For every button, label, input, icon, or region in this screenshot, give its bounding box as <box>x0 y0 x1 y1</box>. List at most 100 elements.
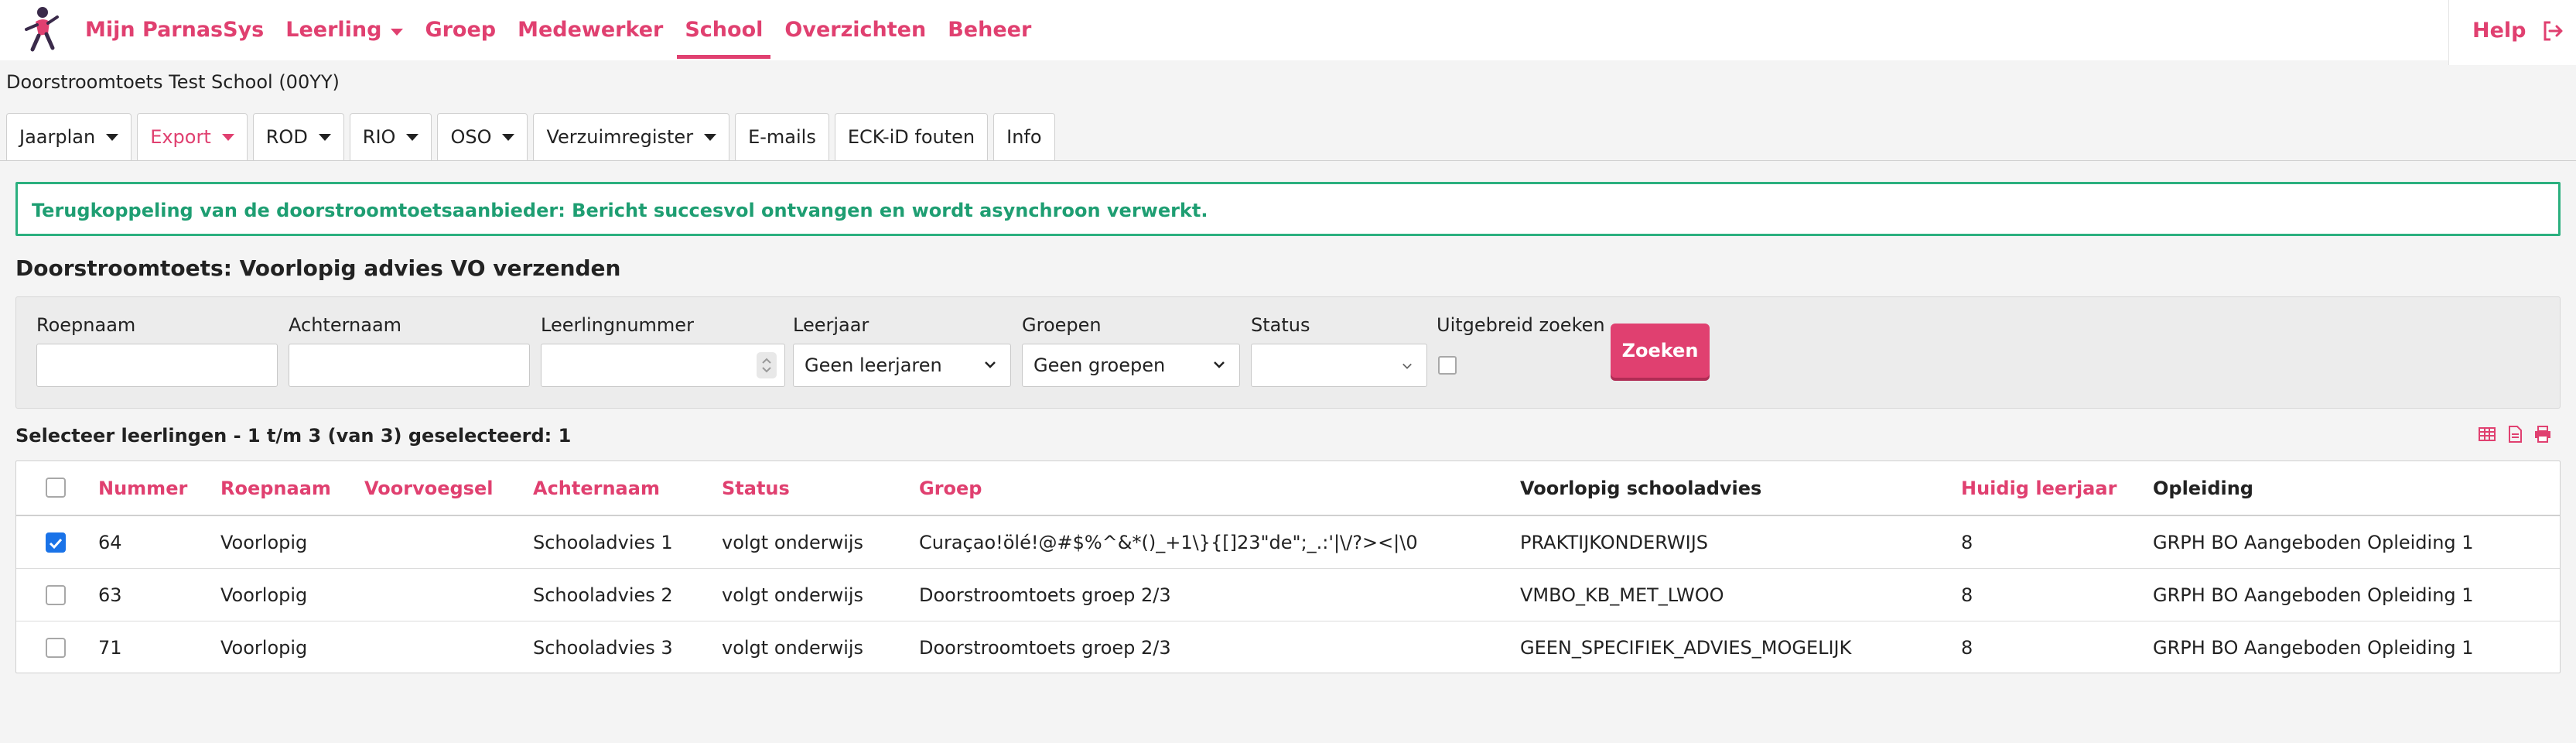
column-header-status[interactable]: Status <box>722 461 790 515</box>
tab-rio[interactable]: RIO <box>349 113 432 161</box>
groepen-label: Groepen <box>1022 314 1102 336</box>
cell-huidig-leerjaar: 8 <box>1961 531 1973 553</box>
cell-roepnaam: Voorlopig <box>220 584 308 606</box>
logout-icon[interactable] <box>2540 19 2565 43</box>
selection-summary: Selecteer leerlingen - 1 t/m 3 (van 3) g… <box>15 425 572 447</box>
nav-leerling[interactable]: Leerling <box>278 0 411 60</box>
status-select[interactable] <box>1251 344 1427 387</box>
tab-label: E-mails <box>748 126 816 148</box>
nav-label: School <box>685 18 764 42</box>
groepen-value: Geen groepen <box>1033 354 1166 376</box>
alert-text: Terugkoppeling van de doorstroomtoetsaan… <box>32 200 1208 221</box>
nav-school[interactable]: School <box>677 0 771 60</box>
tab-label: Verzuimregister <box>546 126 694 148</box>
cell-roepnaam: Voorlopig <box>220 531 308 553</box>
column-header-groep[interactable]: Groep <box>919 461 982 515</box>
nav-label: Leerling <box>285 18 382 42</box>
nav-beheer[interactable]: Beheer <box>940 0 1039 60</box>
school-name: Doorstroomtoets Test School (00YY) <box>6 71 340 93</box>
nav-label: Beheer <box>948 18 1032 42</box>
cell-achternaam: Schooladvies 3 <box>533 637 673 659</box>
chevron-down-icon <box>391 28 404 36</box>
achternaam-input[interactable] <box>289 344 530 387</box>
nav-overzichten[interactable]: Overzichten <box>777 0 934 60</box>
table-header-row: Nummer Roepnaam Voorvoegsel Achternaam S… <box>16 461 2560 516</box>
row-checkbox[interactable] <box>46 585 66 605</box>
table-tools <box>2477 424 2553 444</box>
tab-oso[interactable]: OSO <box>437 113 528 161</box>
uitgebreid-zoeken-label: Uitgebreid zoeken <box>1437 314 1605 336</box>
nav-groep[interactable]: Groep <box>417 0 504 60</box>
cell-voorlopig-schooladvies: VMBO_KB_MET_LWOO <box>1520 584 1724 606</box>
column-header-nummer[interactable]: Nummer <box>98 461 187 515</box>
column-header-voorvoegsel[interactable]: Voorvoegsel <box>364 461 493 515</box>
row-checkbox[interactable] <box>46 638 66 658</box>
tab-eck-id-fouten[interactable]: ECK-iD fouten <box>834 113 989 161</box>
column-header-huidig-leerjaar[interactable]: Huidig leerjaar <box>1961 461 2116 515</box>
parnassys-logo-icon[interactable] <box>17 5 63 54</box>
cell-status: volgt onderwijs <box>722 531 864 553</box>
cell-opleiding: GRPH BO Aangeboden Opleiding 1 <box>2153 584 2474 606</box>
number-spinner[interactable] <box>757 352 777 378</box>
cell-achternaam: Schooladvies 1 <box>533 531 673 553</box>
tab-info[interactable]: Info <box>993 113 1055 161</box>
table-row[interactable]: 64 Voorlopig Schooladvies 1 volgt onderw… <box>16 516 2560 569</box>
nav-mijn-parnassys[interactable]: Mijn ParnasSys <box>77 0 272 60</box>
cell-huidig-leerjaar: 8 <box>1961 584 1973 606</box>
leerjaar-select[interactable]: Geen leerjaren <box>793 344 1011 387</box>
caret-down-icon <box>106 133 119 141</box>
search-filters: Roepnaam Achternaam Leerlingnummer Leerj… <box>15 296 2561 409</box>
tab-e-mails[interactable]: E-mails <box>735 113 829 161</box>
nav-label: Medewerker <box>518 18 664 42</box>
nav-label: Overzichten <box>784 18 927 42</box>
tab-label: RIO <box>362 126 396 148</box>
cell-status: volgt onderwijs <box>722 584 864 606</box>
status-label: Status <box>1251 314 1310 336</box>
chevron-down-icon <box>1402 363 1412 369</box>
school-tabs: Jaarplan Export ROD RIO OSO Verzuimregis… <box>6 113 1061 161</box>
tab-rod[interactable]: ROD <box>252 113 344 161</box>
main-menu: Mijn ParnasSys Leerling Groep Medewerker… <box>77 0 1045 60</box>
groepen-select[interactable]: Geen groepen <box>1022 344 1240 387</box>
caret-down-icon <box>406 133 419 141</box>
cell-groep: Curaçao!ölé!@#$%^&*()_+1\}{[]23"de";_.:'… <box>919 531 1418 553</box>
column-header-achternaam[interactable]: Achternaam <box>533 461 660 515</box>
print-icon[interactable] <box>2533 424 2553 444</box>
table-view-icon[interactable] <box>2477 424 2497 444</box>
leerlingnummer-input[interactable] <box>541 344 785 387</box>
checkmark-icon <box>49 538 63 550</box>
zoeken-button[interactable]: Zoeken <box>1611 324 1710 378</box>
column-header-roepnaam[interactable]: Roepnaam <box>220 461 331 515</box>
column-header-voorlopig-schooladvies: Voorlopig schooladvies <box>1520 477 1762 499</box>
caret-down-icon <box>704 133 717 141</box>
top-right-menu: Help <box>2448 0 2576 65</box>
nav-medewerker[interactable]: Medewerker <box>510 0 671 60</box>
table-row[interactable]: 63 Voorlopig Schooladvies 2 volgt onderw… <box>16 569 2560 621</box>
tab-verzuimregister[interactable]: Verzuimregister <box>533 113 730 161</box>
cell-voorlopig-schooladvies: PRAKTIJKONDERWIJS <box>1520 531 1709 553</box>
select-all-checkbox[interactable] <box>46 478 66 498</box>
leerjaar-label: Leerjaar <box>793 314 869 336</box>
chevron-down-icon <box>1214 361 1225 368</box>
cell-achternaam: Schooladvies 2 <box>533 584 673 606</box>
export-document-icon[interactable] <box>2505 424 2525 444</box>
leerjaar-value: Geen leerjaren <box>805 354 942 376</box>
zoeken-label: Zoeken <box>1621 340 1699 361</box>
chevron-down-icon <box>985 361 996 368</box>
page-title: Doorstroomtoets: Voorlopig advies VO ver… <box>15 255 621 281</box>
tab-label: Export <box>150 126 211 148</box>
cell-groep: Doorstroomtoets groep 2/3 <box>919 637 1171 659</box>
success-alert: Terugkoppeling van de doorstroomtoetsaan… <box>15 182 2561 236</box>
row-checkbox[interactable] <box>46 532 66 553</box>
top-navigation-bar: Mijn ParnasSys Leerling Groep Medewerker… <box>0 0 2576 65</box>
cell-nummer: 71 <box>98 637 122 659</box>
help-link[interactable]: Help <box>2472 19 2526 43</box>
cell-groep: Doorstroomtoets groep 2/3 <box>919 584 1171 606</box>
cell-huidig-leerjaar: 8 <box>1961 637 1973 659</box>
uitgebreid-zoeken-checkbox[interactable] <box>1438 356 1457 375</box>
roepnaam-input[interactable] <box>36 344 278 387</box>
tab-export[interactable]: Export <box>137 113 248 161</box>
table-row[interactable]: 71 Voorlopig Schooladvies 3 volgt onderw… <box>16 621 2560 674</box>
tab-jaarplan[interactable]: Jaarplan <box>6 113 132 161</box>
caret-down-icon <box>221 133 234 141</box>
